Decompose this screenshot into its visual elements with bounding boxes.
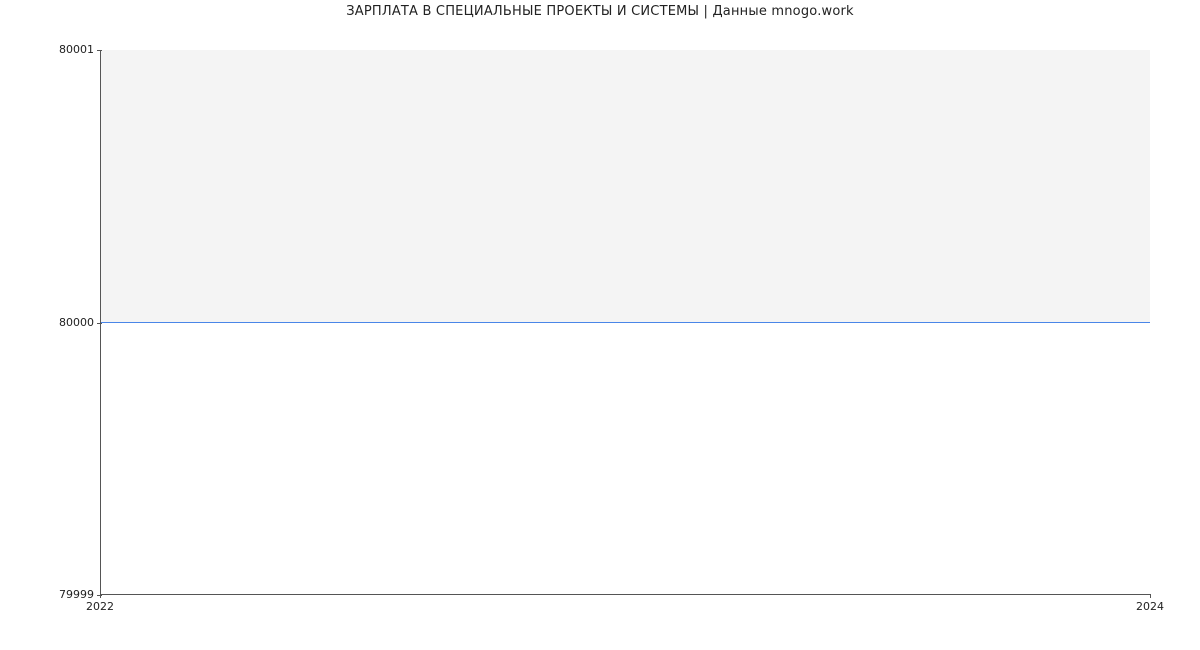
x-tick-text: 2024 (1136, 600, 1164, 613)
chart-lower-bg (101, 323, 1150, 594)
y-tick-text: 80001 (59, 43, 94, 56)
y-tick-label: 80001 (0, 43, 94, 56)
x-tick-mark (1150, 594, 1151, 598)
y-tick-text: 80000 (59, 316, 94, 329)
x-tick-text: 2022 (86, 600, 114, 613)
x-tick-label: 2024 (1136, 600, 1164, 613)
x-tick-label: 2022 (86, 600, 114, 613)
chart-plot-area (100, 50, 1150, 595)
y-tick-mark (97, 50, 102, 51)
y-tick-label: 80000 (0, 316, 94, 329)
y-tick-label: 79999 (0, 588, 94, 601)
chart-series-line (101, 322, 1150, 323)
x-tick-mark (100, 594, 101, 598)
chart-title: ЗАРПЛАТА В СПЕЦИАЛЬНЫЕ ПРОЕКТЫ И СИСТЕМЫ… (0, 4, 1200, 19)
y-tick-mark (97, 323, 102, 324)
